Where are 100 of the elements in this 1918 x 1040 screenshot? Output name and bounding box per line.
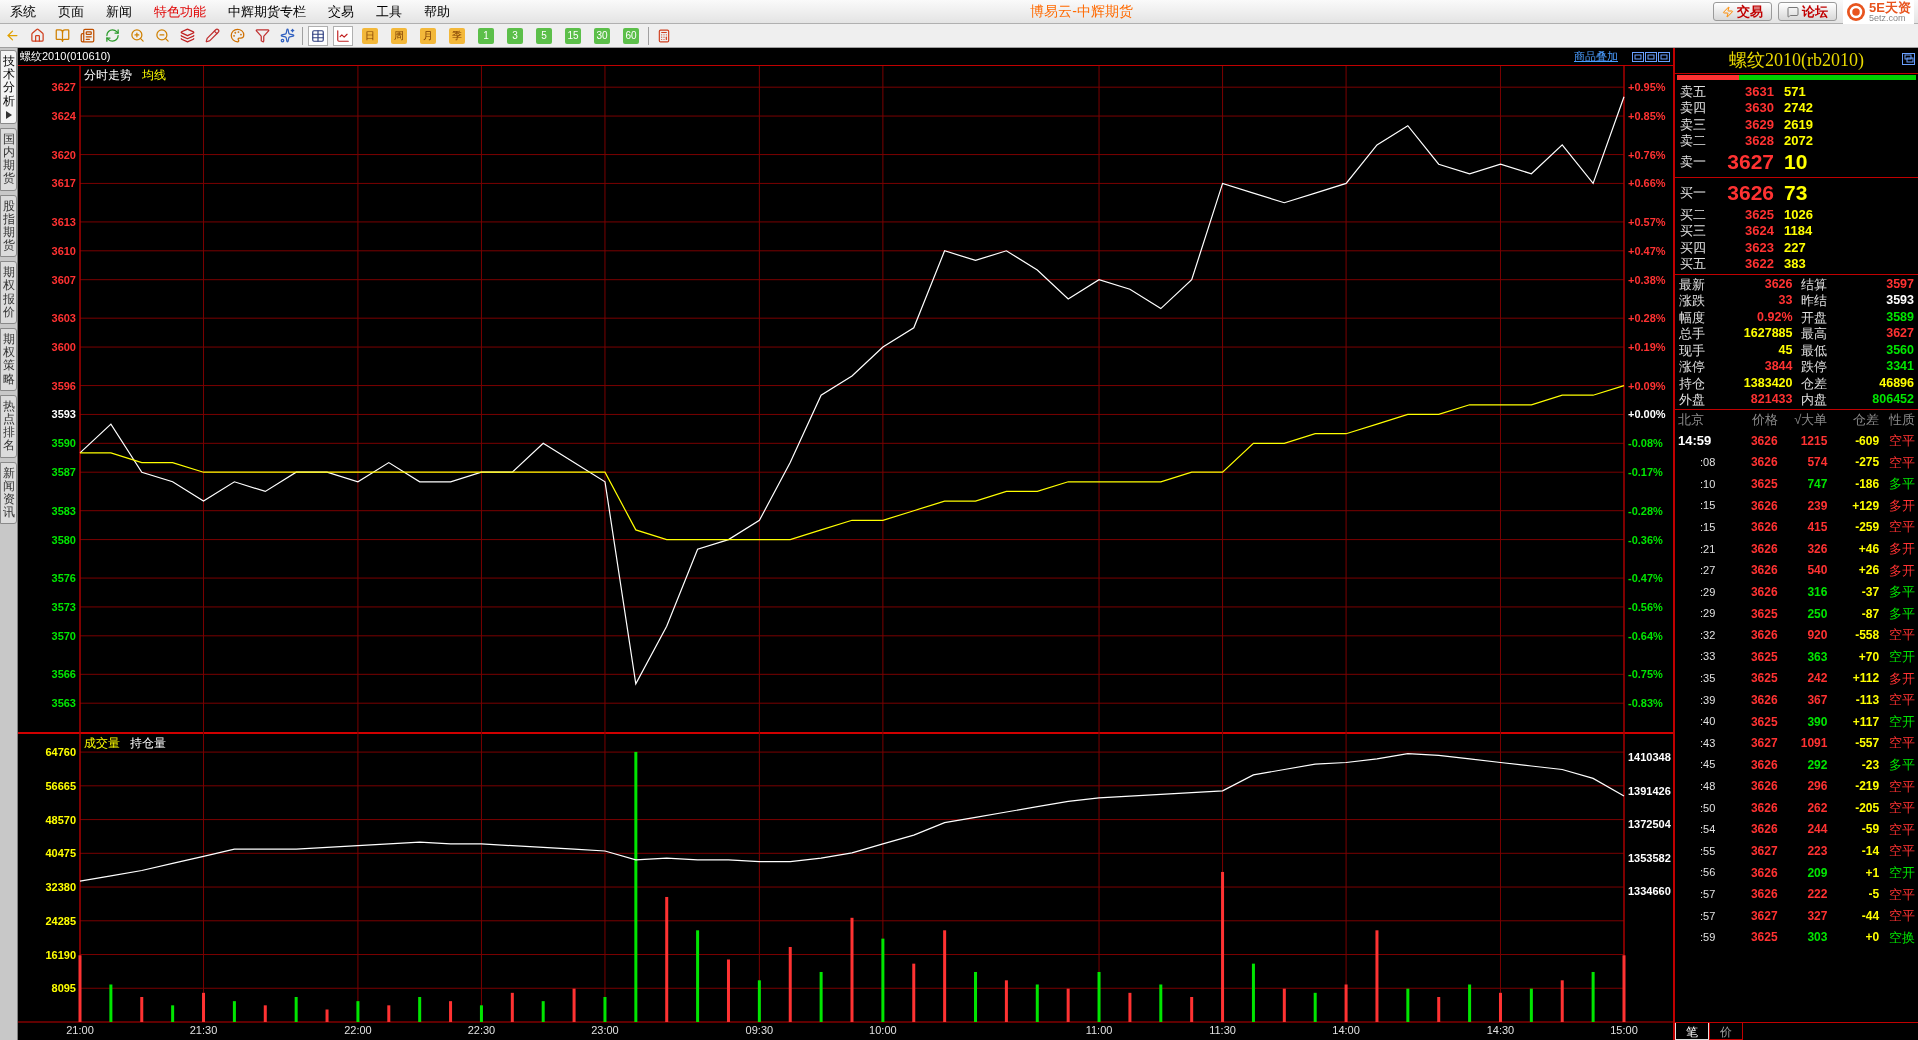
trade-oi-change: +112 <box>1851 670 1880 688</box>
logo[interactable]: 5E天资 5etz.com <box>1843 0 1914 24</box>
window-control-icon[interactable] <box>1658 51 1670 62</box>
trade-volume: 1091 <box>1799 735 1828 753</box>
time-axis-label: 21:30 <box>189 1024 218 1036</box>
menu-item[interactable]: 工具 <box>376 1 402 22</box>
trade-volume: 244 <box>1806 821 1828 839</box>
order-volume: 10 <box>1784 149 1808 176</box>
stat-label: 跌停 <box>1800 358 1828 376</box>
trade-button[interactable]: 交易 <box>1713 2 1773 21</box>
trade-volume: 327 <box>1806 907 1828 925</box>
trade-time: :35 <box>1699 671 1717 687</box>
stat-label: 外盘 <box>1679 391 1706 409</box>
trade-oi-change: -205 <box>1854 799 1880 817</box>
trade-time: 14:59 <box>1678 432 1713 451</box>
trade-time: :21 <box>1699 541 1717 557</box>
menu-item[interactable]: 新闻 <box>106 1 132 22</box>
order-volume: 2742 <box>1784 99 1813 117</box>
trade-oi-change: -23 <box>1860 756 1880 774</box>
time-axis-label: 10:00 <box>869 1024 897 1036</box>
trade-time: :54 <box>1699 822 1717 838</box>
side-tab[interactable]: 热点排名 <box>0 394 17 458</box>
legend-label: 成交量 <box>84 736 120 750</box>
menu-item[interactable]: 页面 <box>58 1 84 22</box>
sparkles-icon <box>279 28 295 43</box>
table-button[interactable] <box>308 25 328 46</box>
trade-oi-change: -557 <box>1854 735 1880 753</box>
trade-time: :27 <box>1699 563 1717 579</box>
trade-nature: 空平 <box>1888 626 1915 645</box>
trade-volume: 415 <box>1806 519 1828 537</box>
window-control-icon[interactable] <box>1632 51 1644 62</box>
stat-value: 45 <box>1777 341 1793 359</box>
trade-oi-change: -59 <box>1860 821 1880 839</box>
window-title: 博易云-中辉期货 <box>1030 2 1133 21</box>
side-tab[interactable]: 国内期货 <box>0 127 17 191</box>
trade-nature: 空平 <box>1888 820 1915 839</box>
trade-oi-change: -14 <box>1860 843 1880 861</box>
line-chart-button[interactable] <box>333 25 353 46</box>
menu-item[interactable]: 交易 <box>328 1 354 22</box>
trade-volume: 363 <box>1806 648 1828 666</box>
percent-axis-label: -0.83% <box>1628 697 1663 710</box>
trade-volume: 367 <box>1806 691 1828 709</box>
trade-volume: 250 <box>1806 605 1828 623</box>
trade-price: 3626 <box>1749 886 1778 904</box>
trade-nature: 空开 <box>1888 712 1915 731</box>
volume-axis-label: 8095 <box>51 982 76 995</box>
trade-time: :43 <box>1699 735 1717 751</box>
open-interest-axis-label: 1391426 <box>1628 784 1671 797</box>
time-axis-label: 22:30 <box>467 1024 496 1036</box>
stat-label: 内盘 <box>1800 391 1828 409</box>
stat-label: 最高 <box>1800 325 1828 343</box>
side-tab[interactable]: 期权报价 <box>0 261 17 324</box>
trade-time: :59 <box>1699 930 1717 946</box>
menu-item[interactable]: 特色功能 <box>154 1 206 22</box>
restore-window-icon[interactable] <box>1902 53 1915 65</box>
trade-time: :50 <box>1699 800 1717 816</box>
period-button[interactable]: 日 <box>362 27 378 44</box>
stat-label: 持仓 <box>1679 374 1706 393</box>
stat-value: 33 <box>1777 292 1793 310</box>
trade-price: 3625 <box>1749 605 1778 623</box>
trade-nature: 空开 <box>1888 863 1915 882</box>
period-button[interactable]: 月 <box>420 27 436 44</box>
overlay-link[interactable]: 商品叠加 <box>1574 48 1618 65</box>
period-button[interactable]: 周 <box>391 27 407 44</box>
side-tab[interactable]: 新闻资讯 <box>0 461 17 525</box>
trade-time: :29 <box>1699 584 1717 600</box>
price-axis-label: 3570 <box>51 629 76 642</box>
menu-item[interactable]: 帮助 <box>424 1 450 22</box>
menu-item[interactable]: 中辉期货专栏 <box>228 1 306 22</box>
time-axis-label: 23:00 <box>591 1024 619 1036</box>
panel-tab[interactable]: 笔 <box>1675 1023 1709 1040</box>
zoom-in-icon <box>129 28 145 43</box>
forum-button[interactable]: 论坛 <box>1778 2 1838 21</box>
trade-volume: 574 <box>1806 454 1828 472</box>
side-tab[interactable]: 期权策略 <box>0 328 17 391</box>
trade-nature: 空换 <box>1888 928 1915 947</box>
side-tab[interactable]: 技术分析 <box>0 50 17 124</box>
trade-nature: 空平 <box>1888 799 1915 818</box>
side-tab[interactable]: 股指期货 <box>0 194 17 258</box>
price-axis-label: 3620 <box>51 148 76 161</box>
percent-axis-label: +0.66% <box>1628 177 1666 190</box>
volume-axis-label: 32380 <box>45 881 76 894</box>
trade-price: 3625 <box>1749 929 1778 947</box>
trade-price: 3626 <box>1749 691 1778 709</box>
menu-item[interactable]: 系统 <box>10 1 36 22</box>
window-control-icon[interactable] <box>1645 51 1657 62</box>
stat-value: 46896 <box>1878 374 1914 392</box>
order-price: 3631 <box>1744 82 1774 101</box>
order-price: 3628 <box>1744 132 1774 150</box>
period-button[interactable]: 季 <box>449 27 465 44</box>
palette-icon <box>229 28 245 43</box>
panel-tab[interactable]: 价 <box>1709 1023 1743 1040</box>
column-header: √大单 <box>1793 411 1828 430</box>
home-icon <box>29 28 45 43</box>
stat-value: 3626 <box>1763 275 1793 293</box>
order-price: 3622 <box>1744 255 1774 273</box>
stat-value: 3627 <box>1885 325 1914 343</box>
trade-price: 3626 <box>1749 583 1778 601</box>
calculator-icon <box>657 28 671 43</box>
percent-axis-label: +0.09% <box>1628 379 1666 392</box>
